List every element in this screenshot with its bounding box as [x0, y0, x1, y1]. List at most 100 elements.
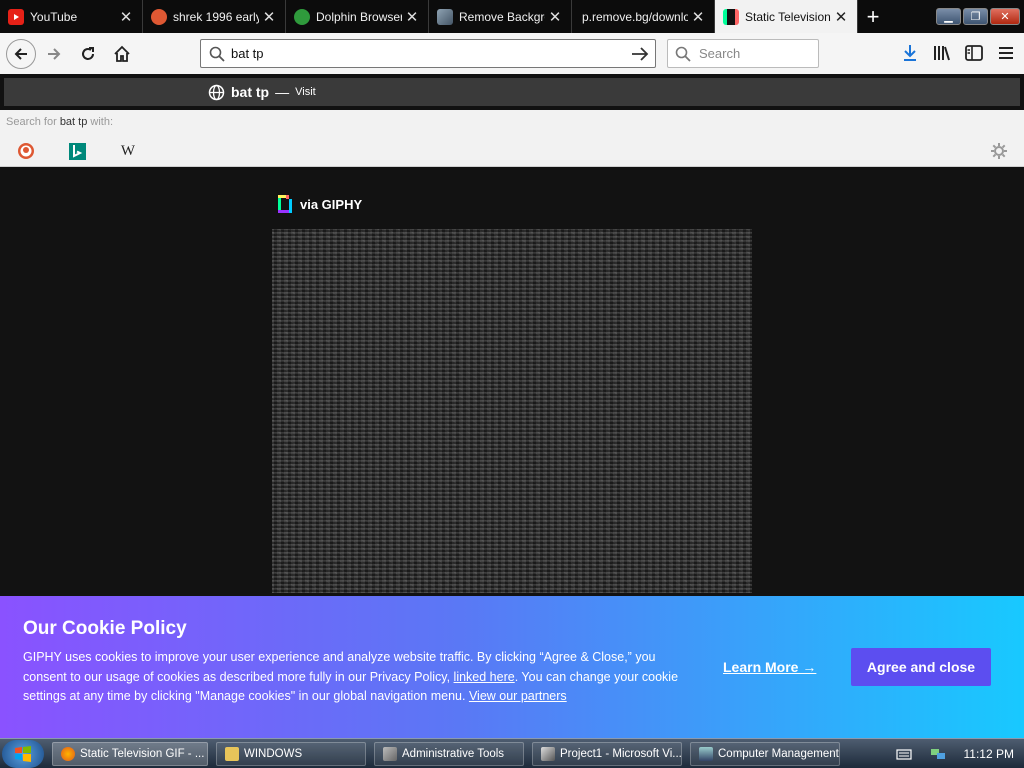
tab-label: Remove Backgrou — [459, 9, 545, 24]
search-with-label: Search for bat tp with: — [6, 116, 113, 128]
tab-strip: YouTube ✕ shrek 1996 early ✕ Dolphin Bro… — [0, 0, 1024, 33]
menu-button[interactable] — [994, 39, 1018, 67]
bing-engine-button[interactable] — [68, 142, 86, 160]
network-icon[interactable] — [930, 747, 946, 761]
tab-removebg-download[interactable]: p.remove.bg/downlo ✕ — [572, 0, 715, 33]
close-tab-icon[interactable]: ✕ — [402, 8, 422, 26]
url-bar[interactable]: bat tp — [200, 39, 656, 68]
close-tab-icon[interactable]: ✕ — [545, 8, 565, 26]
bing-icon — [68, 142, 86, 160]
wikipedia-icon: W — [120, 142, 136, 159]
sidebar-icon — [965, 45, 983, 61]
forward-arrow-icon — [48, 47, 61, 60]
taskbar-item-label: Administrative Tools — [402, 747, 505, 760]
layers-icon — [437, 8, 453, 25]
close-tab-icon[interactable]: ✕ — [688, 8, 708, 26]
tab-static-television[interactable]: Static Television G ✕ — [715, 0, 858, 33]
tab-youtube[interactable]: YouTube ✕ — [0, 0, 143, 33]
taskbar-item-label: Static Television GIF - ... — [80, 747, 205, 760]
agree-and-close-button[interactable]: Agree and close — [851, 648, 991, 686]
close-window-button[interactable]: ✕ — [990, 8, 1020, 25]
search-with-panel: Search for bat tp with: W — [0, 110, 1024, 167]
taskbar-item-windows-folder[interactable]: WINDOWS — [216, 741, 366, 766]
windows-logo-icon — [15, 745, 31, 762]
firefox-icon — [61, 746, 75, 761]
tab-dolphin-browser[interactable]: Dolphin Browser / ✕ — [286, 0, 429, 33]
privacy-policy-link[interactable]: linked here — [454, 670, 515, 684]
home-icon — [114, 45, 130, 62]
taskbar-item-visual-basic[interactable]: Project1 - Microsoft Vi... — [532, 741, 682, 766]
gear-icon[interactable] — [990, 142, 1008, 160]
static-television-gif[interactable] — [272, 229, 752, 593]
wikipedia-engine-button[interactable]: W — [119, 142, 137, 160]
close-tab-icon[interactable]: ✕ — [259, 8, 279, 26]
library-icon — [934, 46, 950, 61]
giphy-logo-icon — [278, 195, 292, 213]
suggestion-action: Visit — [295, 86, 316, 98]
reload-icon — [82, 46, 94, 60]
taskbar-item-computer-management[interactable]: Computer Management — [690, 741, 840, 766]
clock[interactable]: 11:12 PM — [964, 747, 1014, 761]
via-giphy[interactable]: via GIPHY — [277, 194, 362, 214]
toolbar-right-icons — [898, 39, 1018, 67]
taskbar-item-admin-tools[interactable]: Administrative Tools — [374, 741, 524, 766]
url-suggestion-row[interactable]: bat tp — Visit — [4, 78, 1020, 106]
search-icon — [675, 46, 691, 62]
downloads-button[interactable] — [898, 39, 922, 67]
folder-icon — [225, 746, 239, 761]
learn-more-link[interactable]: Learn More → — [723, 659, 816, 675]
dolphin-icon — [294, 8, 310, 25]
duckduckgo-icon — [151, 8, 167, 25]
url-bar-value: bat tp — [231, 46, 264, 61]
tab-label: shrek 1996 early — [173, 9, 259, 24]
maximize-button[interactable]: ❐ — [963, 8, 988, 25]
search-with-term: bat tp — [59, 116, 88, 128]
duckduckgo-engine-button[interactable] — [17, 142, 35, 160]
taskbar-item-label: Project1 - Microsoft Vi... — [560, 747, 682, 760]
back-button[interactable] — [6, 38, 36, 69]
tab-label: p.remove.bg/downlo — [582, 9, 688, 24]
reload-button[interactable] — [72, 38, 104, 70]
new-tab-button[interactable]: + — [858, 0, 888, 33]
vb-icon — [541, 746, 555, 761]
cookie-banner: Our Cookie Policy GIPHY uses cookies to … — [0, 596, 1024, 738]
minimize-button[interactable]: ▁ — [936, 8, 961, 25]
start-button[interactable] — [2, 739, 44, 768]
cookie-title: Our Cookie Policy — [23, 618, 187, 639]
duckduckgo-icon — [18, 143, 34, 159]
forward-button[interactable] — [38, 38, 70, 70]
computer-icon — [699, 746, 713, 761]
suggestion-dash: — — [275, 84, 290, 100]
go-arrow-icon[interactable] — [631, 46, 649, 62]
search-icon — [209, 46, 225, 62]
admin-tools-icon — [383, 746, 397, 761]
suggestion-text: bat tp — [231, 84, 270, 100]
taskbar-item-firefox[interactable]: Static Television GIF - ... — [52, 741, 208, 766]
nav-toolbar: bat tp Search — [0, 33, 1024, 74]
home-button[interactable] — [106, 38, 138, 70]
taskbar: Static Television GIF - ... WINDOWS Admi… — [0, 738, 1024, 768]
youtube-icon — [8, 8, 24, 25]
via-giphy-label: via GIPHY — [300, 196, 363, 212]
taskbar-item-label: Computer Management — [718, 747, 839, 760]
taskbar-item-label: WINDOWS — [244, 747, 303, 760]
keyboard-icon[interactable] — [895, 748, 912, 760]
giphy-icon — [723, 8, 739, 25]
search-with-prefix: Search for — [6, 116, 57, 128]
library-button[interactable] — [930, 39, 954, 67]
sidebar-button[interactable] — [962, 39, 986, 67]
tab-label: YouTube — [30, 9, 78, 24]
view-partners-link[interactable]: View our partners — [469, 689, 567, 703]
back-arrow-icon — [14, 47, 27, 60]
globe-icon — [208, 84, 225, 100]
close-tab-icon[interactable]: ✕ — [831, 8, 851, 26]
search-field[interactable]: Search — [667, 39, 819, 68]
tab-label: Dolphin Browser / — [316, 9, 402, 24]
search-with-suffix: with: — [90, 116, 114, 128]
search-placeholder: Search — [699, 46, 741, 61]
tab-label: Static Television G — [745, 9, 831, 24]
system-tray: 11:12 PM — [886, 739, 1024, 768]
close-tab-icon[interactable]: ✕ — [116, 8, 136, 26]
tab-remove-background[interactable]: Remove Backgrou ✕ — [429, 0, 572, 33]
tab-shrek-search[interactable]: shrek 1996 early ✕ — [143, 0, 286, 33]
